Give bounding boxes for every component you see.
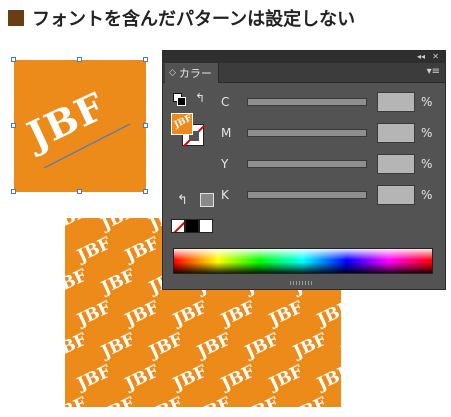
- fill-stroke-control[interactable]: JBF: [171, 113, 207, 149]
- channel-label: K: [221, 188, 229, 202]
- channel-unit: %: [421, 95, 433, 109]
- close-icon[interactable]: ✕: [432, 51, 439, 63]
- fill-swatch-text: JBF: [172, 113, 193, 131]
- tab-color[interactable]: ◇ カラー: [165, 63, 219, 83]
- heading-title: フォントを含んだパターンは設定しない: [32, 9, 356, 30]
- none-swatch[interactable]: [171, 219, 185, 233]
- white-swatch[interactable]: [199, 219, 213, 233]
- heading: フォントを含んだパターンは設定しない: [8, 6, 355, 30]
- fill-swatch[interactable]: JBF: [171, 113, 193, 135]
- pattern-tile: JBF: [122, 233, 163, 267]
- pattern-tile: JBF: [266, 361, 307, 395]
- pattern-tile: JBF: [314, 361, 341, 395]
- collapse-icon[interactable]: ◂◂: [417, 51, 425, 63]
- selected-object[interactable]: JBF: [11, 57, 148, 194]
- selection-handle[interactable]: [11, 123, 16, 128]
- default-colors-icon[interactable]: [173, 93, 187, 107]
- heading-bullet-icon: [8, 10, 24, 26]
- pattern-tile: JBF: [338, 329, 341, 363]
- channel-row-k: K %: [221, 184, 443, 206]
- selection-handle[interactable]: [143, 189, 148, 194]
- channel-value-field[interactable]: [377, 92, 415, 112]
- pattern-tile: JBF: [65, 329, 91, 363]
- tab-color-label: カラー: [178, 67, 212, 80]
- pattern-tile: JBF: [266, 297, 307, 331]
- channel-value-field[interactable]: [377, 123, 415, 143]
- pattern-tile: JBF: [218, 361, 259, 395]
- channel-unit: %: [421, 157, 433, 171]
- pattern-tile: JBF: [98, 265, 139, 299]
- pattern-tile: JBF: [242, 394, 282, 407]
- channel-slider[interactable]: [247, 191, 367, 199]
- pattern-tile: JBF: [338, 394, 341, 407]
- pattern-tile: JBF: [122, 361, 163, 395]
- channel-row-y: Y %: [221, 153, 443, 175]
- channel-unit: %: [421, 188, 433, 202]
- pattern-tile: JBF: [170, 361, 211, 395]
- channel-label: C: [221, 95, 230, 109]
- pattern-tile: JBF: [65, 265, 91, 299]
- swap-icon[interactable]: ↰: [195, 91, 205, 105]
- pattern-tile: JBF: [65, 394, 90, 407]
- channel-value-field[interactable]: [377, 185, 415, 205]
- pattern-tile: JBF: [98, 218, 139, 235]
- out-of-gamut-icon[interactable]: ↰: [177, 193, 188, 208]
- resize-grip-icon[interactable]: [290, 281, 314, 285]
- channel-slider[interactable]: [247, 129, 367, 137]
- pattern-tile: JBF: [74, 361, 115, 395]
- web-safe-icon[interactable]: [200, 193, 214, 207]
- selection-handle[interactable]: [11, 189, 16, 194]
- channel-unit: %: [421, 126, 433, 140]
- selection-handle[interactable]: [77, 189, 82, 194]
- pattern-tile: JBF: [218, 297, 259, 331]
- pattern-tile: JBF: [146, 329, 187, 363]
- pattern-tile: JBF: [65, 218, 91, 235]
- pattern-tile: JBF: [122, 297, 163, 331]
- channel-value-field[interactable]: [377, 154, 415, 174]
- selected-path: [43, 123, 131, 169]
- panel-menu-icon[interactable]: ▾≡: [427, 66, 440, 77]
- pattern-tile: JBF: [170, 297, 211, 331]
- pattern-tile: JBF: [146, 394, 186, 407]
- pattern-tile: JBF: [98, 329, 139, 363]
- pattern-tile: JBF: [314, 297, 341, 331]
- channel-row-c: C %: [221, 91, 443, 113]
- color-spectrum-bar[interactable]: [173, 248, 433, 274]
- channel-row-m: M %: [221, 122, 443, 144]
- channel-label: Y: [221, 157, 229, 171]
- selection-handle[interactable]: [143, 123, 148, 128]
- panel-tab-row: ◇ カラー ▾≡: [163, 63, 445, 83]
- pattern-tile: JBF: [74, 297, 115, 331]
- pattern-tile: JBF: [194, 394, 234, 407]
- selection-handle[interactable]: [143, 57, 148, 62]
- panel-titlebar[interactable]: ◂◂ ✕: [163, 51, 445, 63]
- pattern-tile: JBF: [242, 329, 283, 363]
- black-swatch[interactable]: [185, 219, 199, 233]
- pattern-tile: JBF: [194, 329, 235, 363]
- channel-slider[interactable]: [247, 160, 367, 168]
- channel-slider[interactable]: [247, 98, 367, 106]
- pattern-tile: JBF: [98, 394, 138, 407]
- spectrum-highlight: [174, 249, 432, 260]
- pattern-tile: JBF: [74, 233, 115, 267]
- channel-label: M: [221, 126, 232, 140]
- color-panel: ◂◂ ✕ ◇ カラー ▾≡ ↰ JBF C % M % Y % K % ↰: [162, 50, 446, 290]
- pattern-tile: JBF: [290, 394, 330, 407]
- tab-options-icon[interactable]: ◇: [169, 68, 176, 78]
- selection-handle[interactable]: [77, 57, 82, 62]
- pattern-tile: JBF: [290, 329, 331, 363]
- selection-handle[interactable]: [11, 57, 16, 62]
